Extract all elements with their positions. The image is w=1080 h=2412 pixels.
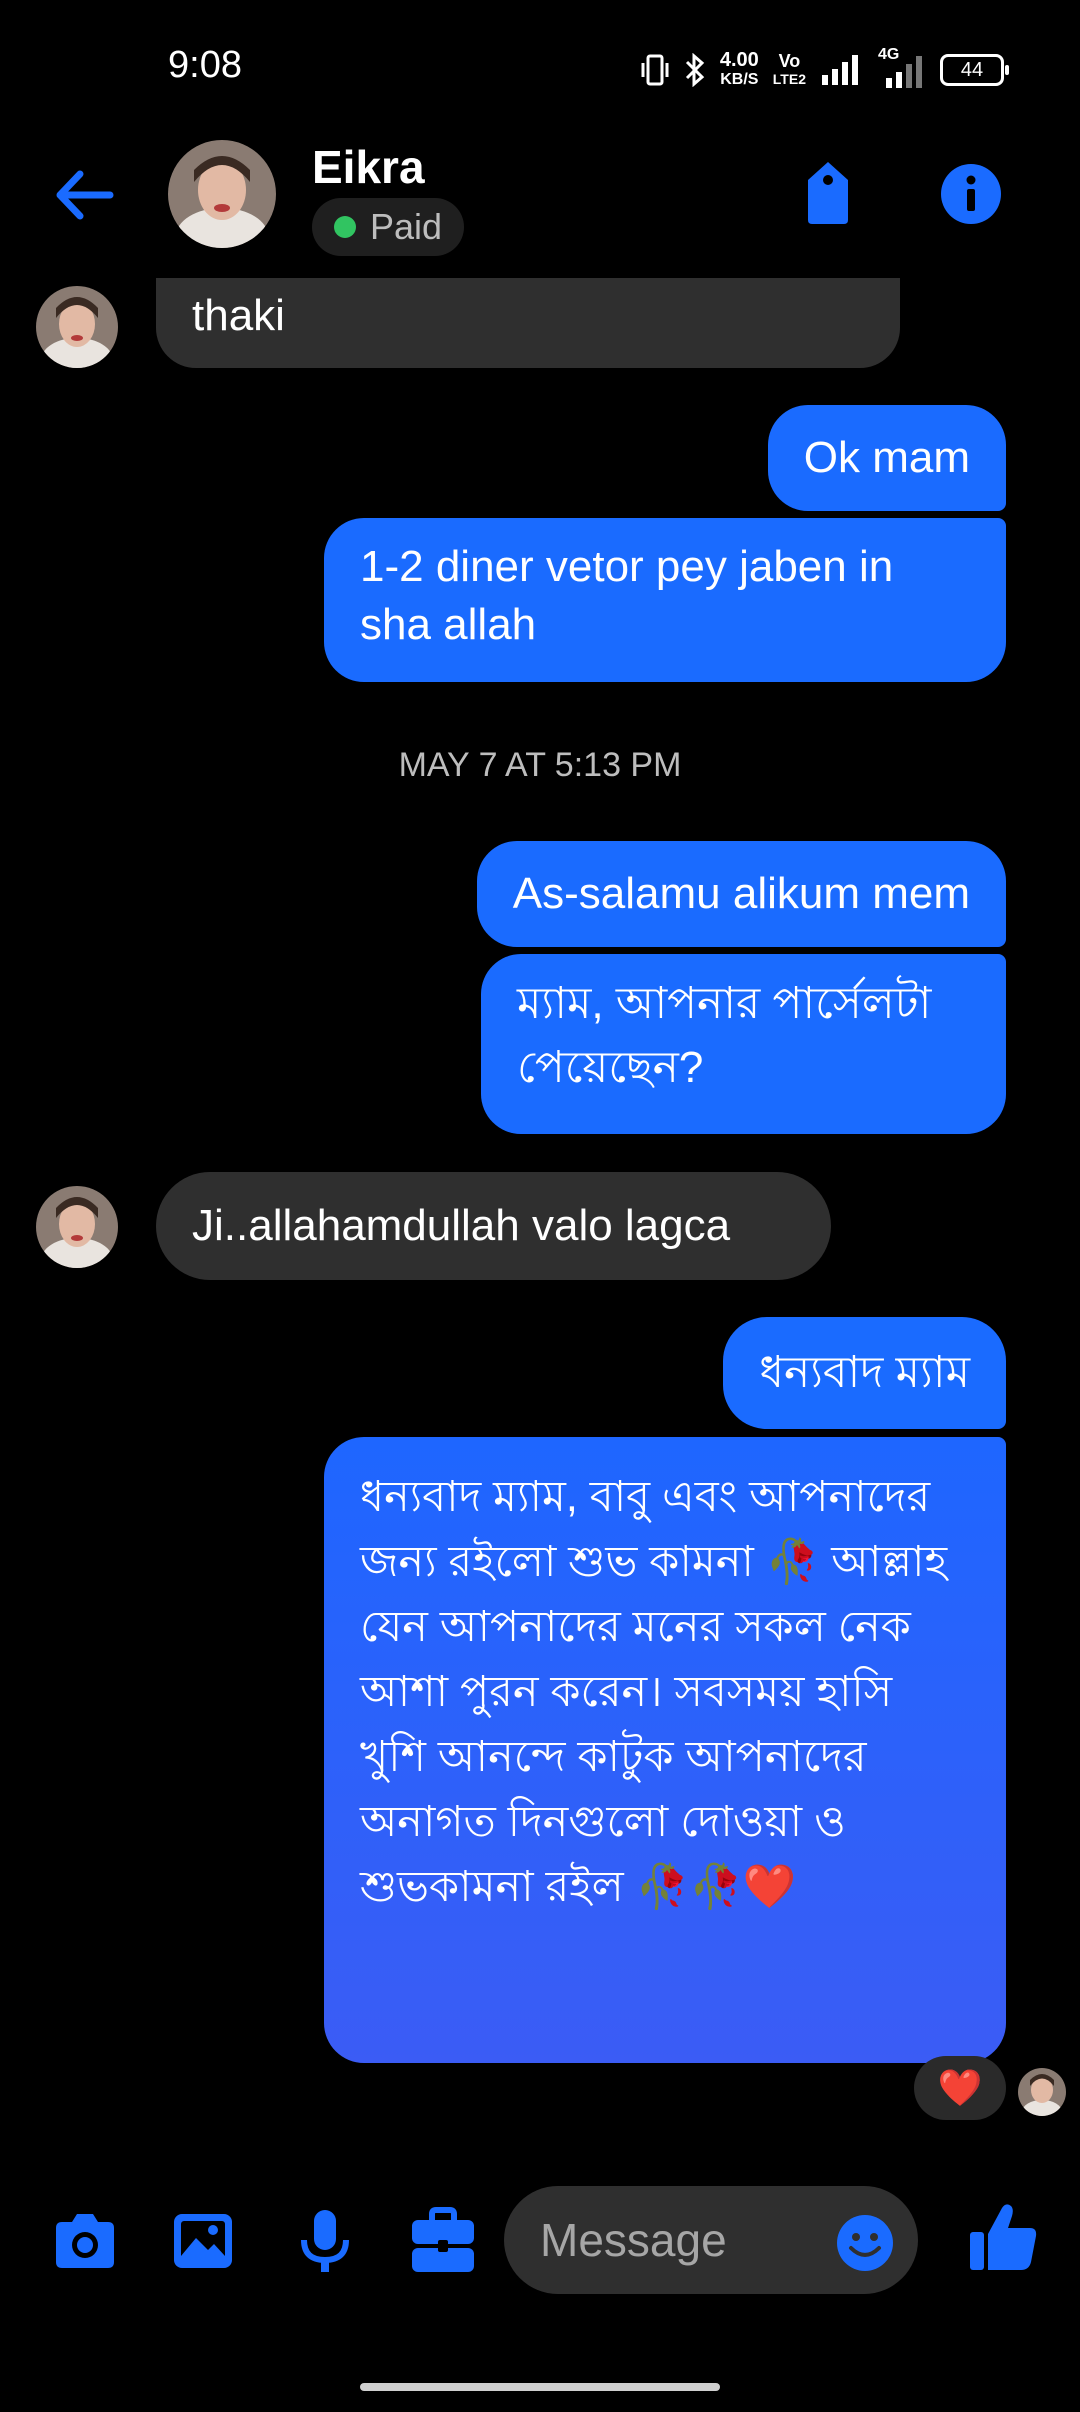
message-incoming[interactable]: Ji..allahamdullah valo lagca xyxy=(156,1172,831,1280)
avatar-image xyxy=(36,1186,118,1268)
signal-icon xyxy=(822,55,858,85)
message-timestamp: MAY 7 AT 5:13 PM xyxy=(398,746,682,784)
reaction-badge[interactable]: ❤️ xyxy=(914,2056,1006,2120)
message-outgoing[interactable]: ধন্যবাদ ম্যাম, বাবু এবং আপনাদের জন্য রইল… xyxy=(324,1437,1006,2063)
message-outgoing[interactable]: ম্যাম, আপনার পার্সেলটা পেয়েছেন? xyxy=(481,954,1006,1134)
sender-avatar[interactable] xyxy=(36,286,118,368)
briefcase-icon xyxy=(412,2207,474,2272)
volte-indicator: Vo LTE2 xyxy=(773,52,806,88)
label-badge[interactable]: Paid xyxy=(312,198,465,256)
contact-name[interactable]: Eikra xyxy=(312,140,425,194)
signal-4g-icon xyxy=(886,56,922,88)
status-dot xyxy=(334,216,356,238)
avatar-image xyxy=(36,286,118,368)
message-outgoing[interactable]: Ok mam xyxy=(767,405,1006,511)
back-button[interactable] xyxy=(50,160,120,230)
speed-unit: KB/S xyxy=(720,71,759,88)
message-outgoing[interactable]: ধন্যবাদ ম্যাম xyxy=(723,1317,1006,1429)
info-icon xyxy=(941,164,1001,224)
home-indicator[interactable] xyxy=(360,2383,720,2391)
network-speed: 4.00 KB/S xyxy=(720,50,759,90)
like-button[interactable] xyxy=(966,2200,1040,2274)
briefcase-button[interactable] xyxy=(408,2206,478,2276)
sender-avatar[interactable] xyxy=(36,1186,118,1268)
status-time: 9:08 xyxy=(168,44,242,86)
avatar-image xyxy=(1018,2068,1066,2116)
gallery-icon xyxy=(174,2214,232,2268)
speed-value: 4.00 xyxy=(719,49,759,71)
message-placeholder: Message xyxy=(540,2214,727,2266)
emoji-icon xyxy=(837,2215,893,2271)
volte-bottom: LTE2 xyxy=(772,71,806,87)
contact-avatar[interactable] xyxy=(168,140,276,248)
info-button[interactable] xyxy=(940,163,1002,225)
tag-button[interactable] xyxy=(800,158,856,228)
tag-icon xyxy=(808,162,848,224)
battery-level: 44 xyxy=(960,58,984,81)
message-input[interactable]: Message xyxy=(504,2186,918,2294)
emoji-button[interactable] xyxy=(836,2214,894,2272)
vibrate-icon xyxy=(641,54,669,86)
badge-label: Paid xyxy=(370,206,443,247)
message-incoming[interactable]: thaki xyxy=(156,278,900,368)
camera-button[interactable] xyxy=(50,2206,120,2276)
avatar-image xyxy=(168,140,276,248)
bluetooth-icon xyxy=(685,53,705,87)
thumbs-up-icon xyxy=(970,2204,1037,2270)
volte-top: Vo xyxy=(778,51,801,71)
battery-indicator: 44 xyxy=(940,54,1009,86)
gallery-button[interactable] xyxy=(168,2206,238,2276)
message-outgoing[interactable]: 1-2 diner vetor pey jaben in sha allah xyxy=(324,518,1006,682)
microphone-button[interactable] xyxy=(290,2206,360,2276)
status-icons: 4.00 KB/S Vo LTE2 4G 44 xyxy=(640,46,1009,92)
message-outgoing[interactable]: As-salamu alikum mem xyxy=(476,841,1006,947)
arrow-left-icon xyxy=(56,170,114,220)
seen-avatar xyxy=(1018,2068,1066,2116)
signal-4g: 4G xyxy=(878,46,926,90)
microphone-icon xyxy=(301,2210,349,2272)
camera-icon xyxy=(56,2214,114,2268)
heart-reaction: ❤️ xyxy=(937,2067,983,2108)
